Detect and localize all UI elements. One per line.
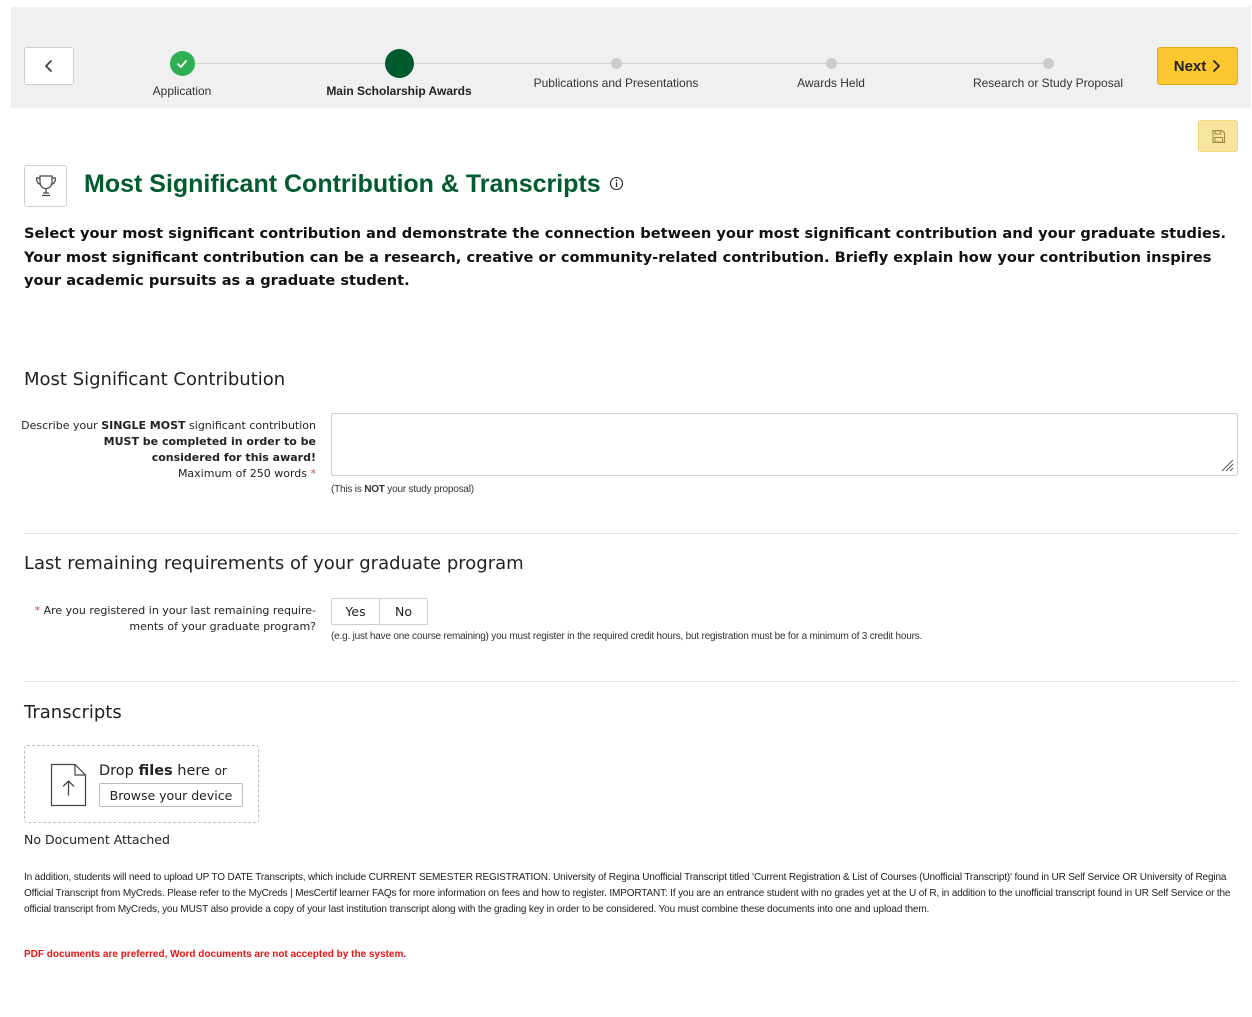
contribution-hint: (This is NOT your study proposal) [331,484,474,495]
requirements-label-line2: ments of your graduate program? [129,620,316,633]
chevron-left-icon [45,60,52,72]
label-text: significant contribution [185,419,316,432]
chevron-right-icon [1213,60,1221,72]
contribution-textarea[interactable] [331,413,1238,476]
label-emphasis: SINGLE MOST [101,419,186,432]
step-pending-dot [610,58,622,69]
resize-grip-icon[interactable] [1220,458,1234,472]
required-marker: * [34,604,41,617]
label-text: Maximum of 250 words [177,467,307,480]
section-divider [24,533,1238,534]
contribution-label-line3: Maximum of 250 words * [16,466,316,482]
step-label: Main Scholarship Awards [326,84,472,98]
requirements-label-line1: * Are you registered in your last remain… [16,603,316,619]
step-label: Publications and Presentations [533,76,699,90]
browse-device-button[interactable]: Browse your device [99,783,243,807]
title-icon-box [24,165,67,207]
step-application[interactable]: Application [72,51,292,98]
floppy-disk-icon [1211,129,1225,143]
contribution-label-line2: MUST be completed in order to be conside… [103,435,316,464]
section-divider [24,681,1238,682]
hint-text: (This is [331,484,365,495]
no-document-status: No Document Attached [24,832,170,847]
page-title: Most Significant Contribution & Transcri… [84,170,624,199]
drop-emphasis: files [138,763,173,779]
step-awards-held[interactable]: Awards Held [721,51,941,90]
contribution-label: Describe your SINGLE MOST significant co… [16,418,316,482]
requirements-label: * Are you registered in your last remain… [16,603,316,635]
transcripts-note: In addition, students will need to uploa… [24,872,1231,915]
no-option[interactable]: No [379,599,427,624]
file-type-warning: PDF documents are preferred, Word docume… [24,949,407,960]
page-title-text: Most Significant Contribution & Transcri… [84,170,601,198]
step-label: Awards Held [797,76,865,90]
trophy-icon [35,175,56,197]
label-text: Are you registered in your last remainin… [43,604,316,617]
next-button-label: Next [1173,57,1207,75]
registered-toggle[interactable]: Yes No [331,598,428,625]
drop-or: or [214,764,227,778]
contribution-heading: Most Significant Contribution [24,369,286,390]
step-main-scholarship-awards[interactable]: Main Scholarship Awards [289,49,509,98]
step-research-or-study-proposal[interactable]: Research or Study Proposal [938,51,1158,90]
step-label: Application [152,84,212,98]
hint-emphasis: NOT [364,484,385,495]
drop-text: here [172,763,215,779]
contribution-label-line1: Describe your SINGLE MOST significant co… [16,418,316,434]
intro-text: Select your most significant contributio… [24,225,1227,289]
dropzone-text: Drop files here or [99,763,227,779]
drop-text: Drop [99,763,139,779]
progress-stepper: Application Main Scholarship Awards Publ… [11,7,1251,108]
step-pending-dot [825,58,837,69]
wizard-header: Application Main Scholarship Awards Publ… [11,7,1251,108]
requirements-hint: (e.g. just have one course remaining) yo… [331,631,923,642]
hint-text: your study proposal) [384,484,474,495]
step-label: Research or Study Proposal [972,76,1124,90]
info-icon[interactable] [609,169,624,198]
back-button[interactable] [24,47,74,85]
requirements-heading: Last remaining requirements of your grad… [24,553,524,574]
required-marker: * [310,467,317,480]
transcripts-heading: Transcripts [24,702,122,723]
save-button[interactable] [1198,120,1238,152]
label-text: Describe your [21,419,102,432]
next-button[interactable]: Next [1157,47,1238,85]
step-publications-and-presentations[interactable]: Publications and Presentations [506,51,726,90]
yes-option[interactable]: Yes [332,599,379,624]
step-complete-dot [169,51,195,76]
step-current-dot [384,49,414,78]
step-pending-dot [1042,58,1054,69]
file-dropzone[interactable]: Drop files here or Browse your device [24,745,259,823]
checkmark-icon [177,59,187,68]
file-upload-icon [50,763,87,807]
